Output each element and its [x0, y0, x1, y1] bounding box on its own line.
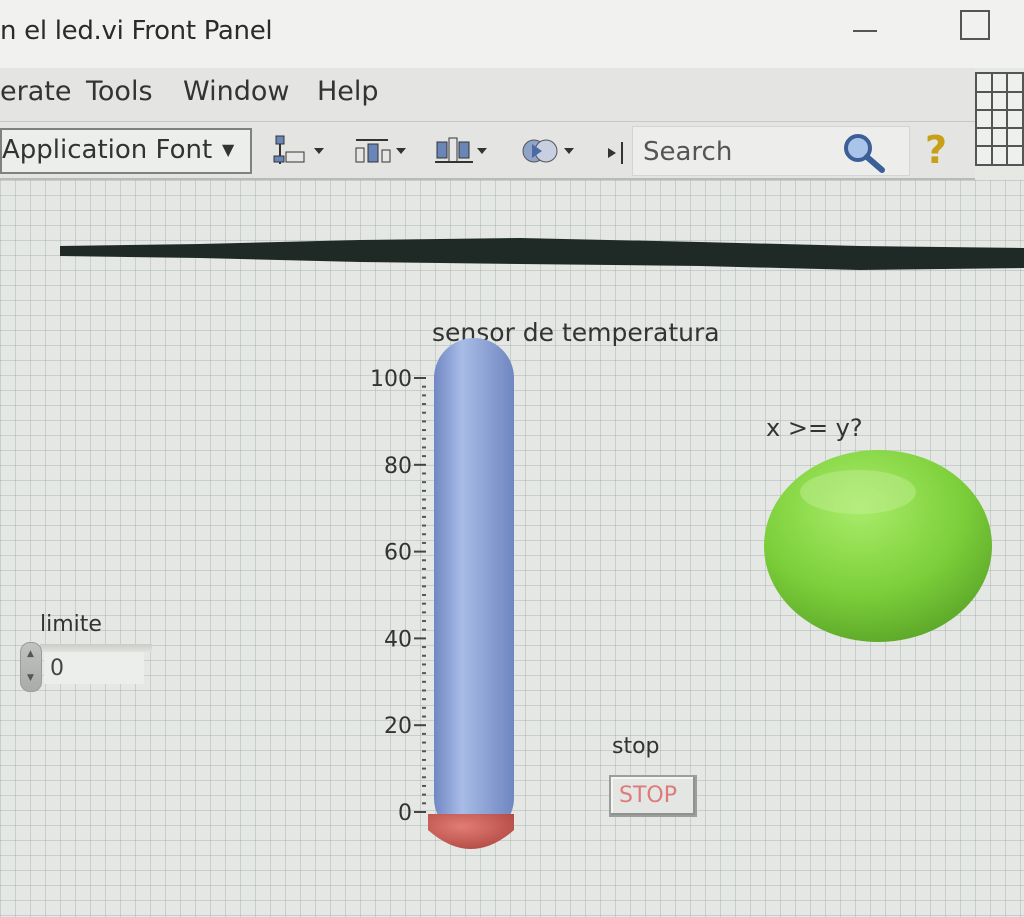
scale-tick-label: 80 — [384, 454, 412, 479]
stop-label: stop — [612, 734, 660, 759]
toolbar: Application Font ▼ Search — [0, 122, 975, 180]
led-indicator — [764, 450, 992, 642]
reorder-icon[interactable] — [520, 134, 584, 168]
limite-value: 0 — [50, 656, 64, 681]
title-bar: n el led.vi Front Panel — [0, 0, 1024, 68]
run-arrow-icon[interactable] — [606, 136, 630, 170]
align-objects-icon[interactable] — [270, 134, 330, 168]
stop-button-text: STOP — [619, 783, 677, 808]
menu-bar: erate Tools Window Help — [0, 68, 975, 122]
font-selector[interactable]: Application Font ▼ — [0, 128, 252, 174]
chevron-down-icon: ▼ — [222, 140, 235, 159]
window-title: n el led.vi Front Panel — [0, 16, 273, 46]
limite-stepper[interactable] — [20, 642, 42, 692]
thermometer-tube — [434, 338, 514, 838]
limite-label-underline — [40, 644, 152, 652]
search-icon[interactable] — [840, 130, 888, 174]
stop-button[interactable]: STOP — [609, 775, 697, 817]
scale-tick-label: 0 — [398, 801, 412, 826]
menu-help[interactable]: Help — [317, 76, 379, 107]
distribute-objects-icon[interactable] — [352, 134, 412, 168]
grid-icon — [977, 74, 1022, 164]
thermometer-bulb — [428, 814, 514, 849]
thermometer-indicator — [428, 338, 514, 849]
minimize-button[interactable] — [845, 8, 885, 48]
panel-grid-icon[interactable] — [975, 72, 1024, 166]
scale-tick-label: 100 — [370, 367, 412, 392]
scale-tick-label: 60 — [384, 541, 412, 566]
scale-tick-label: 40 — [384, 627, 412, 652]
maximize-button[interactable] — [960, 10, 990, 40]
led-label: x >= y? — [766, 414, 863, 442]
menu-operate[interactable]: erate — [0, 76, 71, 107]
redaction-bar — [60, 238, 1024, 270]
resize-objects-icon[interactable] — [433, 134, 493, 168]
help-icon[interactable]: ? — [925, 128, 947, 172]
font-selector-label: Application Font — [2, 135, 213, 165]
menu-window[interactable]: Window — [183, 76, 289, 107]
menu-tools[interactable]: Tools — [86, 76, 153, 107]
limite-label: limite — [40, 612, 102, 637]
search-placeholder: Search — [643, 137, 733, 167]
scale-tick-label: 20 — [384, 714, 412, 739]
